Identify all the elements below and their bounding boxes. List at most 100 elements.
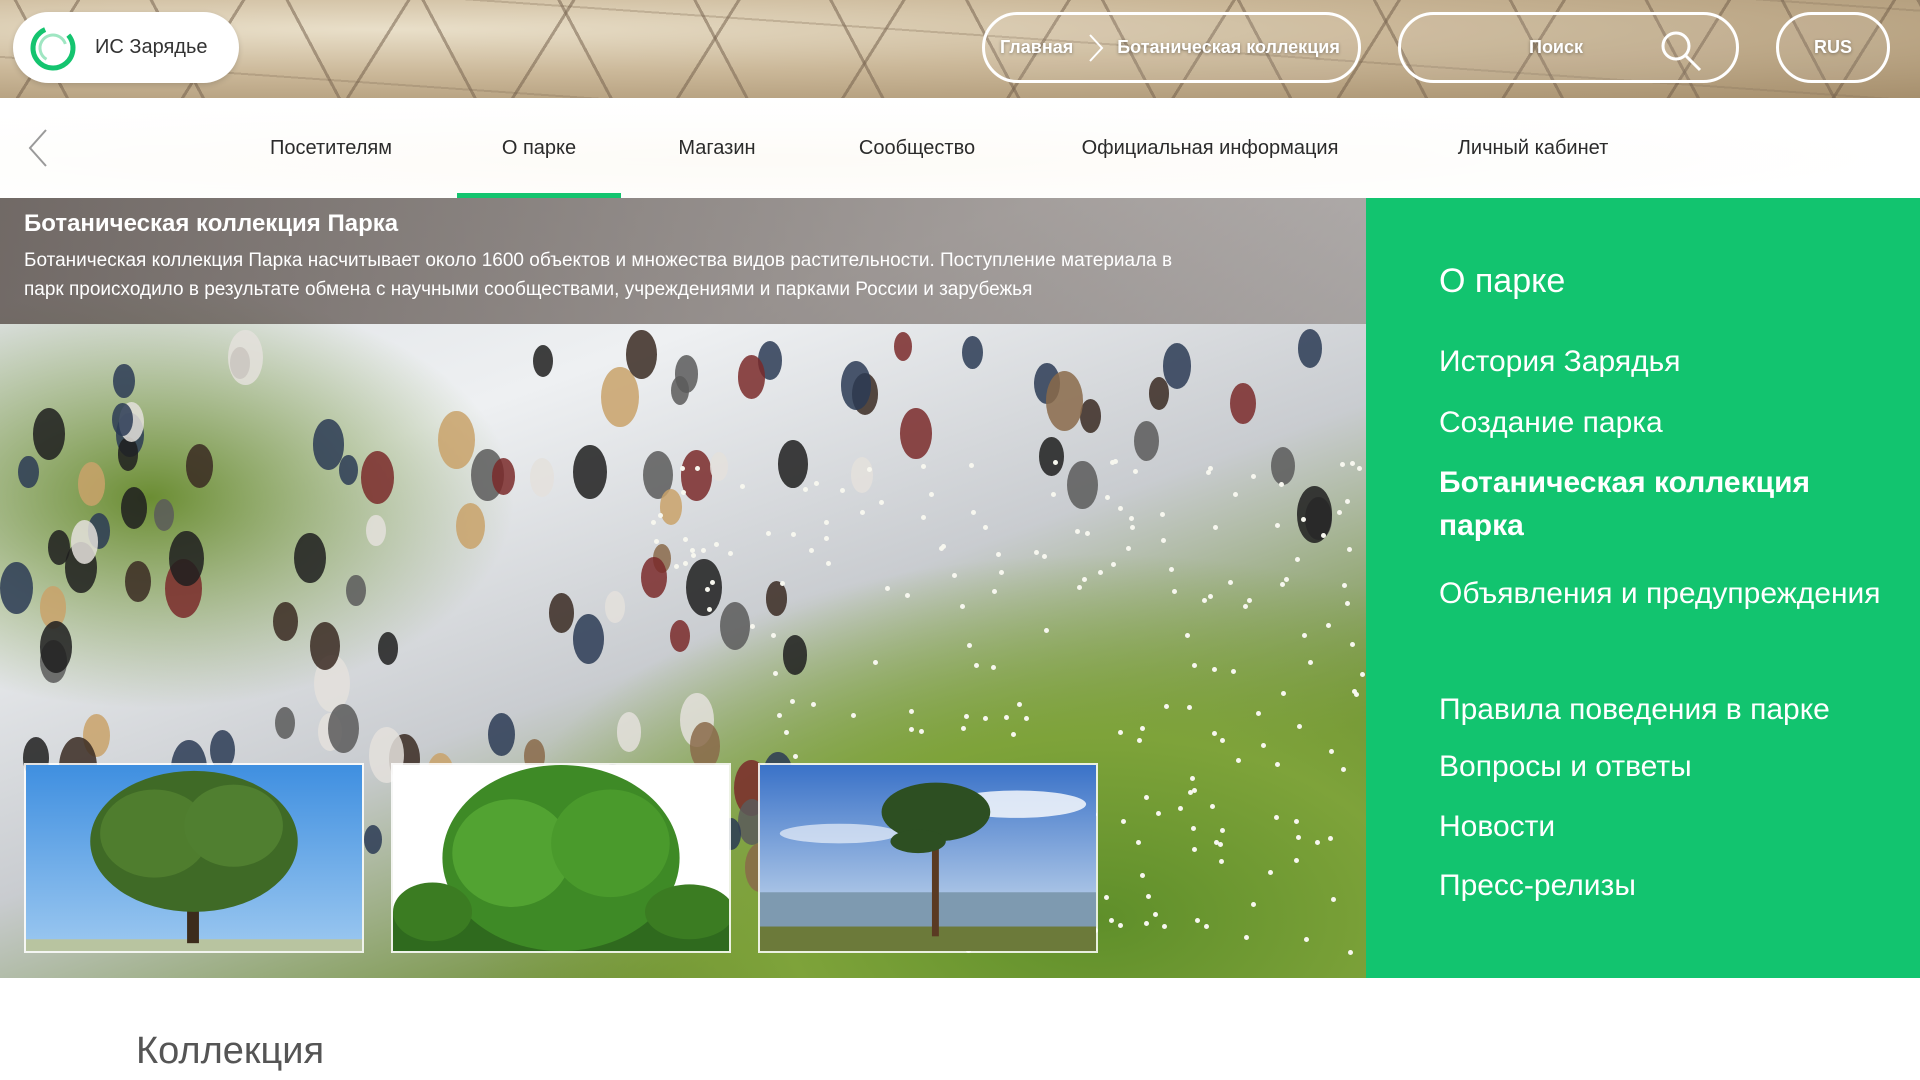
meadow-flower xyxy=(1097,569,1103,575)
crowd-figure xyxy=(669,619,691,653)
crowd-figure xyxy=(899,408,932,459)
meadow-flower xyxy=(1162,923,1168,929)
meadow-flower xyxy=(773,670,779,676)
sidebar-item-news[interactable]: Новости xyxy=(1439,805,1899,848)
meadow-flower xyxy=(1232,492,1238,498)
meadow-flower xyxy=(1284,577,1290,583)
search-button[interactable]: Поиск xyxy=(1398,12,1739,83)
crowd-figure xyxy=(962,335,983,369)
meadow-flower xyxy=(1187,704,1193,710)
meadow-flower xyxy=(1219,827,1225,833)
meadow-flower xyxy=(1320,533,1326,539)
meadow-flower xyxy=(1004,715,1010,721)
meadow-flower xyxy=(1274,761,1280,767)
meadow-flower xyxy=(983,524,989,530)
crowd-figure xyxy=(0,562,33,615)
meadow-flower xyxy=(1201,597,1207,603)
meadow-flower xyxy=(707,606,713,612)
crowd-figure xyxy=(605,591,625,623)
meadow-flower xyxy=(1184,633,1190,639)
meadow-flower xyxy=(814,481,820,487)
meadow-flower xyxy=(1243,604,1249,610)
crowd-figure xyxy=(777,440,808,488)
meadow-flower xyxy=(1104,495,1110,501)
meadow-flower xyxy=(866,467,872,473)
crowd-figure xyxy=(765,581,788,616)
sidebar-item-park-creation[interactable]: Создание парка xyxy=(1439,401,1899,444)
crowd-figure xyxy=(364,825,383,855)
meadow-flower xyxy=(1169,567,1174,573)
breadcrumb-home-link[interactable]: Главная xyxy=(1000,37,1073,58)
meadow-flower xyxy=(1136,737,1142,743)
sidebar-item-faq[interactable]: Вопросы и ответы xyxy=(1439,745,1899,788)
meadow-flower xyxy=(1327,836,1333,842)
nav-item-about[interactable]: О парке xyxy=(457,98,621,198)
crowd-figure xyxy=(33,408,66,460)
meadow-flower xyxy=(1044,628,1050,634)
meadow-flower xyxy=(1304,936,1310,942)
meadow-flower xyxy=(1315,839,1321,845)
meadow-flower xyxy=(1017,701,1023,707)
crowd-figure xyxy=(572,614,605,665)
crowd-figure xyxy=(40,621,73,673)
crowd-figure xyxy=(1046,371,1084,432)
nav-item-community[interactable]: Сообщество xyxy=(840,98,994,198)
meadow-flower xyxy=(713,541,719,547)
meadow-flower xyxy=(654,538,660,544)
meadow-flower xyxy=(1129,524,1135,530)
crowd-figure xyxy=(117,437,139,471)
sidebar-item-botanical-collection[interactable]: Ботаническая коллекция парка xyxy=(1439,461,1899,547)
sidebar-item-press-releases[interactable]: Пресс-релизы xyxy=(1439,864,1899,907)
meadow-flower xyxy=(1281,690,1287,696)
meadow-flower xyxy=(808,548,814,554)
meadow-flower xyxy=(1297,723,1302,729)
meadow-flower xyxy=(1076,585,1082,591)
meadow-flower xyxy=(1278,481,1284,487)
sidebar-item-announcements[interactable]: Объявления и предупреждения xyxy=(1439,572,1899,615)
thumbnail-oak-blue-sky[interactable] xyxy=(24,763,364,953)
meadow-flower xyxy=(728,551,734,557)
crowd-figure xyxy=(549,593,574,633)
meadow-flower xyxy=(1341,766,1347,772)
crowd-figure xyxy=(360,451,394,504)
nav-item-account[interactable]: Личный кабинет xyxy=(1440,98,1626,198)
meadow-flower xyxy=(1211,667,1217,673)
crowd-figure xyxy=(346,574,367,607)
nav-item-visitors[interactable]: Посетителям xyxy=(250,98,412,198)
crowd-figure xyxy=(125,560,151,602)
chevron-left-icon[interactable] xyxy=(26,128,50,168)
meadow-flower xyxy=(1207,465,1213,471)
meadow-flower xyxy=(904,593,910,599)
meadow-flower xyxy=(1103,894,1109,900)
hero-description: Ботаническая коллекция Парка насчитывает… xyxy=(24,246,1324,304)
crowd-figure xyxy=(1038,436,1064,477)
nav-item-official-info[interactable]: Официальная информация xyxy=(1070,98,1350,198)
meadow-flower xyxy=(1246,597,1252,603)
meadow-flower xyxy=(1126,546,1132,552)
language-button[interactable]: RUS xyxy=(1776,12,1890,83)
breadcrumb-current[interactable]: Ботаническая коллекция xyxy=(1117,37,1340,58)
meadow-flower xyxy=(680,465,686,471)
meadow-flower xyxy=(1220,738,1226,744)
breadcrumb: Главная Ботаническая коллекция xyxy=(982,12,1361,83)
crowd-figure xyxy=(438,410,475,470)
thumbnail-pine-lake[interactable] xyxy=(758,763,1098,953)
logo-button[interactable]: ИС Зарядье xyxy=(13,12,239,83)
thumbnail-oak-white[interactable] xyxy=(391,763,731,953)
meadow-flower xyxy=(650,520,656,526)
sidebar-item-rules[interactable]: Правила поведения в парке xyxy=(1439,688,1899,731)
meadow-flower xyxy=(1330,897,1336,903)
sidebar-item-history[interactable]: История Зарядья xyxy=(1439,340,1899,383)
meadow-flower xyxy=(1206,470,1212,476)
crowd-figure xyxy=(185,444,213,488)
meadow-flower xyxy=(709,579,715,585)
meadow-flower xyxy=(1192,846,1198,852)
crowd-figure xyxy=(153,498,174,531)
crowd-figure xyxy=(275,706,296,739)
crowd-figure xyxy=(293,532,326,584)
nav-item-shop[interactable]: Магазин xyxy=(660,98,774,198)
meadow-flower xyxy=(770,633,776,639)
crowd-figure xyxy=(1297,328,1322,368)
meadow-flower xyxy=(1217,841,1223,847)
meadow-flower xyxy=(1230,669,1236,675)
